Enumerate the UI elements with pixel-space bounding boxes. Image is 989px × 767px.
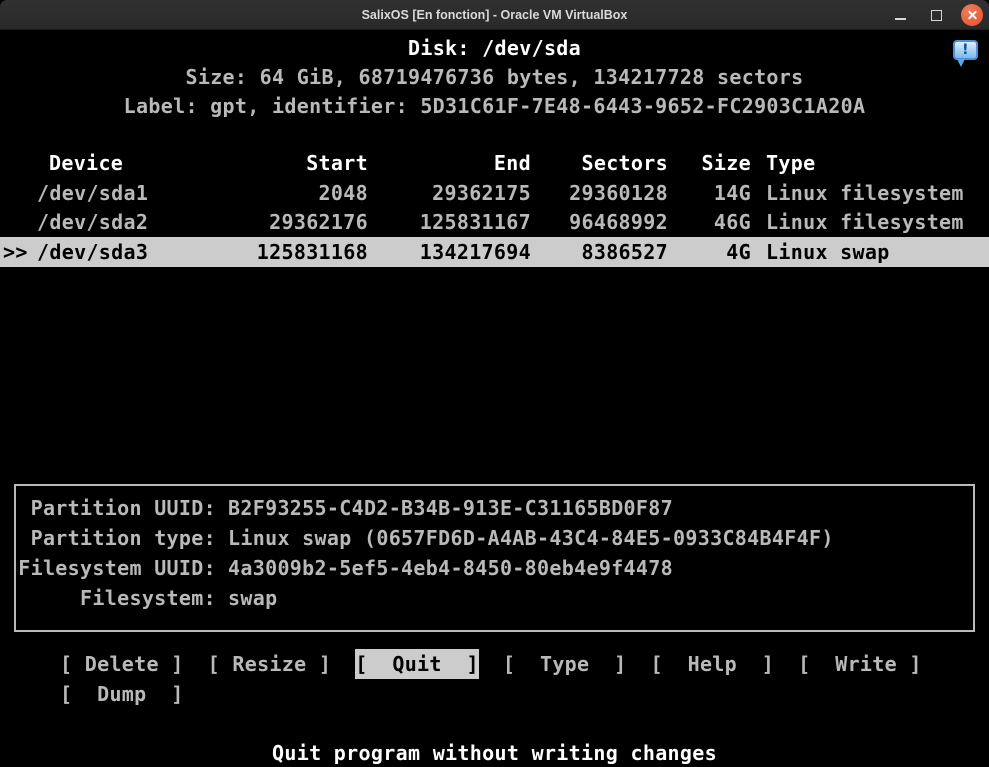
selection-marker: >> bbox=[0, 237, 37, 267]
maximize-icon bbox=[931, 10, 942, 21]
header-device: Device bbox=[37, 148, 190, 178]
partition-type-label: Partition type: bbox=[16, 523, 216, 553]
menu-row-1: [ Delete ] [ Resize ] [ Quit ] [ Type ] … bbox=[60, 649, 922, 679]
cell-end: 29362175 bbox=[368, 178, 531, 208]
disk-size-line: Size: 64 GiB, 68719476736 bytes, 1342177… bbox=[0, 62, 989, 92]
cell-size: 14G bbox=[668, 178, 751, 208]
header-sectors: Sectors bbox=[531, 148, 668, 178]
dump-button[interactable]: [ Dump ] bbox=[60, 679, 184, 709]
header-size: Size bbox=[668, 148, 751, 178]
window-controls bbox=[889, 0, 983, 30]
partition-uuid-label: Partition UUID: bbox=[16, 493, 216, 523]
cell-sectors: 8386527 bbox=[531, 237, 668, 267]
header-end: End bbox=[368, 148, 531, 178]
disk-title: Disk: /dev/sda bbox=[0, 33, 989, 63]
cell-device: /dev/sda3 bbox=[37, 237, 190, 267]
table-header: Device Start End Sectors Size Type bbox=[0, 148, 989, 178]
cfdisk-terminal[interactable]: Disk: /dev/sda Size: 64 GiB, 68719476736… bbox=[0, 30, 989, 767]
cell-type: Linux filesystem bbox=[766, 178, 989, 208]
partition-type-value: Linux swap (0657FD6D-A4AB-43C4-84E5-0933… bbox=[228, 523, 834, 553]
table-row-selected[interactable]: >> /dev/sda3 125831168 134217694 8386527… bbox=[0, 237, 989, 267]
filesystem-line: Filesystem: swap bbox=[16, 583, 973, 613]
titlebar[interactable]: SalixOS [En fonction] - Oracle VM Virtua… bbox=[0, 0, 989, 30]
disk-label-line: Label: gpt, identifier: 5D31C61F-7E48-64… bbox=[0, 91, 989, 121]
partition-uuid-value: B2F93255-C4D2-B34B-913E-C31165BD0F87 bbox=[228, 493, 673, 523]
filesystem-label: Filesystem: bbox=[16, 583, 216, 613]
table-row[interactable]: /dev/sda1 2048 29362175 29360128 14G Lin… bbox=[0, 178, 989, 208]
cell-sectors: 29360128 bbox=[531, 178, 668, 208]
cell-size: 46G bbox=[668, 207, 751, 237]
resize-button[interactable]: [ Resize ] bbox=[208, 649, 332, 679]
status-line: Quit program without writing changes bbox=[0, 738, 989, 767]
cell-size: 4G bbox=[668, 237, 751, 267]
filesystem-value: swap bbox=[228, 583, 277, 613]
virtualbox-window: SalixOS [En fonction] - Oracle VM Virtua… bbox=[0, 0, 989, 767]
partition-uuid-line: Partition UUID: B2F93255-C4D2-B34B-913E-… bbox=[16, 493, 973, 523]
partition-type-line: Partition type: Linux swap (0657FD6D-A4A… bbox=[16, 523, 973, 553]
cell-device: /dev/sda2 bbox=[37, 207, 190, 237]
minimize-icon bbox=[895, 18, 906, 20]
filesystem-uuid-label: Filesystem UUID: bbox=[16, 553, 216, 583]
help-button[interactable]: [ Help ] bbox=[651, 649, 775, 679]
menu-row-2: [ Dump ] bbox=[60, 679, 184, 709]
table-row[interactable]: /dev/sda2 29362176 125831167 96468992 46… bbox=[0, 207, 989, 237]
quit-button[interactable]: [ Quit ] bbox=[355, 649, 479, 679]
cell-end: 134217694 bbox=[368, 237, 531, 267]
window-title: SalixOS [En fonction] - Oracle VM Virtua… bbox=[362, 8, 628, 22]
header-type: Type bbox=[766, 148, 989, 178]
header-start: Start bbox=[190, 148, 368, 178]
cell-start: 125831168 bbox=[190, 237, 368, 267]
cell-type: Linux swap bbox=[766, 237, 989, 267]
cell-device: /dev/sda1 bbox=[37, 178, 190, 208]
vbox-notification-icon[interactable]: ! bbox=[953, 40, 978, 69]
cell-start: 29362176 bbox=[190, 207, 368, 237]
notification-bubble-icon: ! bbox=[953, 40, 978, 60]
notification-bubble-tail bbox=[957, 59, 965, 67]
filesystem-uuid-value: 4a3009b2-5ef5-4eb4-8450-80eb4e9f4478 bbox=[228, 553, 673, 583]
minimize-button[interactable] bbox=[889, 4, 911, 26]
type-button[interactable]: [ Type ] bbox=[503, 649, 627, 679]
write-button[interactable]: [ Write ] bbox=[798, 649, 922, 679]
cell-start: 2048 bbox=[190, 178, 368, 208]
cell-sectors: 96468992 bbox=[531, 207, 668, 237]
maximize-button[interactable] bbox=[925, 4, 947, 26]
delete-button[interactable]: [ Delete ] bbox=[60, 649, 184, 679]
close-button[interactable] bbox=[961, 4, 983, 26]
cell-end: 125831167 bbox=[368, 207, 531, 237]
cell-type: Linux filesystem bbox=[766, 207, 989, 237]
partition-info-box: Partition UUID: B2F93255-C4D2-B34B-913E-… bbox=[14, 484, 975, 632]
filesystem-uuid-line: Filesystem UUID: 4a3009b2-5ef5-4eb4-8450… bbox=[16, 553, 973, 583]
